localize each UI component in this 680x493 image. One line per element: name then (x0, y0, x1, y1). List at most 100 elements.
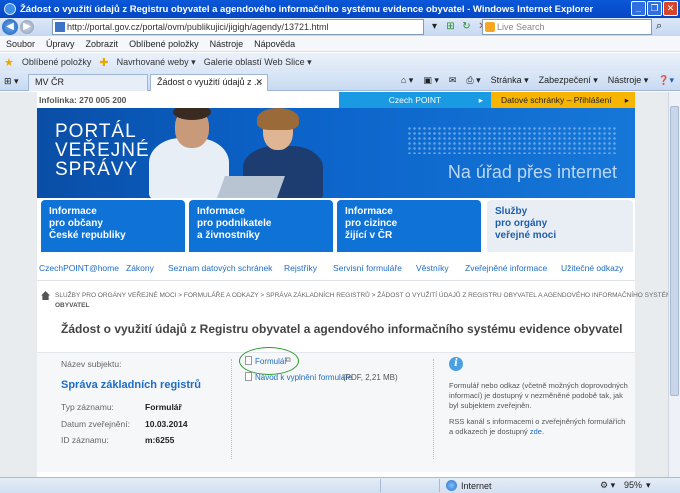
favorites-star-icon[interactable]: ★ (4, 56, 14, 69)
compatibility-icon[interactable]: ⊞ (444, 20, 457, 33)
czech-point-label: Czech POINT (388, 95, 442, 105)
pdf-icon (245, 372, 252, 381)
tile-podnikatele[interactable]: Informace pro podnikatele a živnostníky (189, 200, 333, 252)
page-title: Žádost o využití údajů z Registru obyvat… (61, 322, 623, 336)
menu-upravy[interactable]: Úpravy (46, 39, 75, 49)
home-icon[interactable] (41, 291, 50, 300)
menu-oblibene[interactable]: Oblíbené položky (129, 39, 199, 49)
tile-line: České republiky (49, 230, 126, 241)
tab-zadost[interactable]: Žádost o využití údajů z ... ✕ (150, 74, 268, 91)
help-icon[interactable]: ❓▾ (658, 75, 674, 86)
datove-schranky-label: Datové schránky – Přihlášení (501, 95, 612, 105)
status-bar: Internet ⚙ ▾ 95% ▾ (0, 477, 680, 493)
protected-mode-icon[interactable]: ⚙ ▾ (600, 480, 615, 491)
nav-zakony[interactable]: Zákony (126, 263, 154, 273)
nav-servisni-formulare[interactable]: Servisní formuláře (333, 263, 402, 273)
breadcrumb-path[interactable]: SLUŽBY PRO ORGÁNY VEŘEJNÉ MOCI > FORMULÁ… (55, 291, 668, 301)
url-text: http://portal.gov.cz/portal/ovm/publikuj… (67, 22, 329, 32)
window-controls: _ ❐ ✕ (631, 1, 678, 16)
favorites-bar: ★ Oblíbené položky ✚ Navrhované weby ▾ G… (0, 53, 680, 71)
address-bar[interactable]: http://portal.gov.cz/portal/ovm/publikuj… (52, 19, 424, 35)
nav-czechpoint-home[interactable]: CzechPOINT@home (39, 263, 119, 273)
back-button[interactable]: ◀ (2, 19, 18, 35)
refresh-icon[interactable]: ↻ (460, 20, 473, 33)
menu-zobrazit[interactable]: Zobrazit (86, 39, 119, 49)
forward-button[interactable]: ▶ (20, 20, 34, 34)
ie-icon (4, 3, 16, 15)
page-viewport: Infolinka: 270 005 200 Czech POINT ▸ Dat… (0, 92, 668, 477)
restore-button[interactable]: ❐ (647, 1, 662, 16)
menu-napoveda[interactable]: Nápověda (254, 39, 295, 49)
tile-line: Informace (49, 206, 97, 217)
nav-uzitecne-odkazy[interactable]: Užitečné odkazy (561, 263, 623, 273)
tile-line: Služby (495, 206, 528, 217)
menu-nastroje-cmd[interactable]: Nástroje ▾ (608, 75, 649, 86)
fav-web-slice-gallery[interactable]: Galerie oblastí Web Slice ▾ (204, 57, 312, 68)
dropdown-icon[interactable]: ▾ (428, 20, 441, 33)
nav-zverejnene-info[interactable]: Zveřejněné informace (465, 263, 547, 273)
quick-tabs-icon[interactable]: ⊞ ▾ (4, 76, 19, 87)
top-strip: Infolinka: 270 005 200 Czech POINT ▸ Dat… (37, 92, 635, 108)
close-tab-icon[interactable]: ✕ (255, 77, 263, 88)
datum-label: Datum zveřejnění: (61, 419, 130, 429)
feeds-icon[interactable]: ▣ ▾ (423, 75, 439, 86)
security-zone[interactable]: Internet (446, 480, 492, 491)
hero-banner: PORTÁL VEŘEJNÉ SPRÁVY Na úřad přes inter… (37, 108, 635, 198)
subject-value-link[interactable]: Správa základních registrů (61, 379, 201, 391)
zoom-dropdown-icon[interactable]: ▾ (646, 480, 651, 491)
search-icon[interactable]: ⌕ (656, 20, 662, 33)
audience-tiles: Informace pro občany České republiky Inf… (37, 200, 635, 252)
nav-rejstriky[interactable]: Rejstříky (284, 263, 317, 273)
datove-schranky-link[interactable]: Datové schránky – Přihlášení ▸ (491, 92, 635, 108)
search-input[interactable]: Live Search (482, 19, 652, 35)
scrollbar-thumb[interactable] (670, 106, 679, 396)
tab-label: Žádost o využití údajů z ... (157, 77, 262, 87)
address-buttons: ▾ ⊞ ↻ ✕ (428, 20, 489, 33)
minimize-button[interactable]: _ (631, 1, 646, 16)
navod-link[interactable]: Návod k vyplnění formuláře (255, 373, 352, 382)
menu-bar: Soubor Úpravy Zobrazit Oblíbené položky … (0, 36, 680, 52)
brand-line-1: PORTÁL (55, 121, 137, 142)
document-icon (245, 356, 252, 365)
tile-line: veřejné moci (495, 230, 557, 241)
subject-label: Název subjektu: (61, 359, 122, 369)
favorites-label[interactable]: Oblíbené položky (22, 57, 92, 67)
menu-stranka[interactable]: Stránka ▾ (491, 75, 529, 86)
rss-link[interactable]: zde (530, 427, 542, 436)
info-icon: i (449, 357, 463, 371)
add-favorite-icon[interactable]: ✚ (99, 56, 108, 69)
tile-obcane[interactable]: Informace pro občany České republiky (41, 200, 185, 252)
info-text-part: . (541, 427, 545, 436)
decorative-dots (407, 126, 617, 154)
zoom-level[interactable]: 95% (624, 480, 642, 490)
close-button[interactable]: ✕ (663, 1, 678, 16)
tab-mv-cr[interactable]: MV ČR (28, 74, 148, 91)
tile-organy[interactable]: Služby pro orgány veřejné moci (487, 200, 633, 252)
vertical-scrollbar[interactable] (668, 92, 680, 477)
tile-cizinci[interactable]: Informace pro cizince žijící v ČR (337, 200, 481, 252)
navod-meta: (PDF, 2,21 MB) (343, 373, 398, 382)
nav-seznam-ds[interactable]: Seznam datových schránek (168, 263, 272, 273)
portal-logo[interactable]: PORTÁL VEŘEJNÉ SPRÁVY (55, 122, 150, 179)
tile-line: pro orgány (495, 218, 548, 229)
czech-point-link[interactable]: Czech POINT ▸ (339, 92, 491, 108)
tab-bar: ⊞ ▾ MV ČR Žádost o využití údajů z ... ✕… (0, 71, 680, 91)
menu-nastroje[interactable]: Nástroje (210, 39, 244, 49)
fav-suggested-sites[interactable]: Navrhované weby ▾ (117, 57, 196, 68)
nav-vestniky[interactable]: Věstníky (416, 263, 449, 273)
info-paragraph-2: RSS kanál s informacemi o zveřejněných f… (449, 417, 629, 437)
tile-line: a živnostníky (197, 230, 260, 241)
mail-icon[interactable]: ✉ (449, 75, 457, 86)
portal-site: Infolinka: 270 005 200 Czech POINT ▸ Dat… (37, 92, 668, 477)
print-icon[interactable]: ⎙ ▾ (466, 75, 480, 86)
hero-photo-woman-hair (257, 108, 299, 130)
column-separator (231, 359, 232, 459)
menu-zabezpeceni[interactable]: Zabezpečení ▾ (539, 75, 598, 86)
divider (37, 280, 635, 281)
formular-link[interactable]: Formulář (255, 357, 287, 366)
zone-label: Internet (461, 480, 492, 491)
menu-soubor[interactable]: Soubor (6, 39, 35, 49)
typ-label: Typ záznamu: (61, 402, 114, 412)
tile-line: žijící v ČR (345, 230, 393, 241)
home-icon[interactable]: ⌂ ▾ (401, 75, 413, 86)
